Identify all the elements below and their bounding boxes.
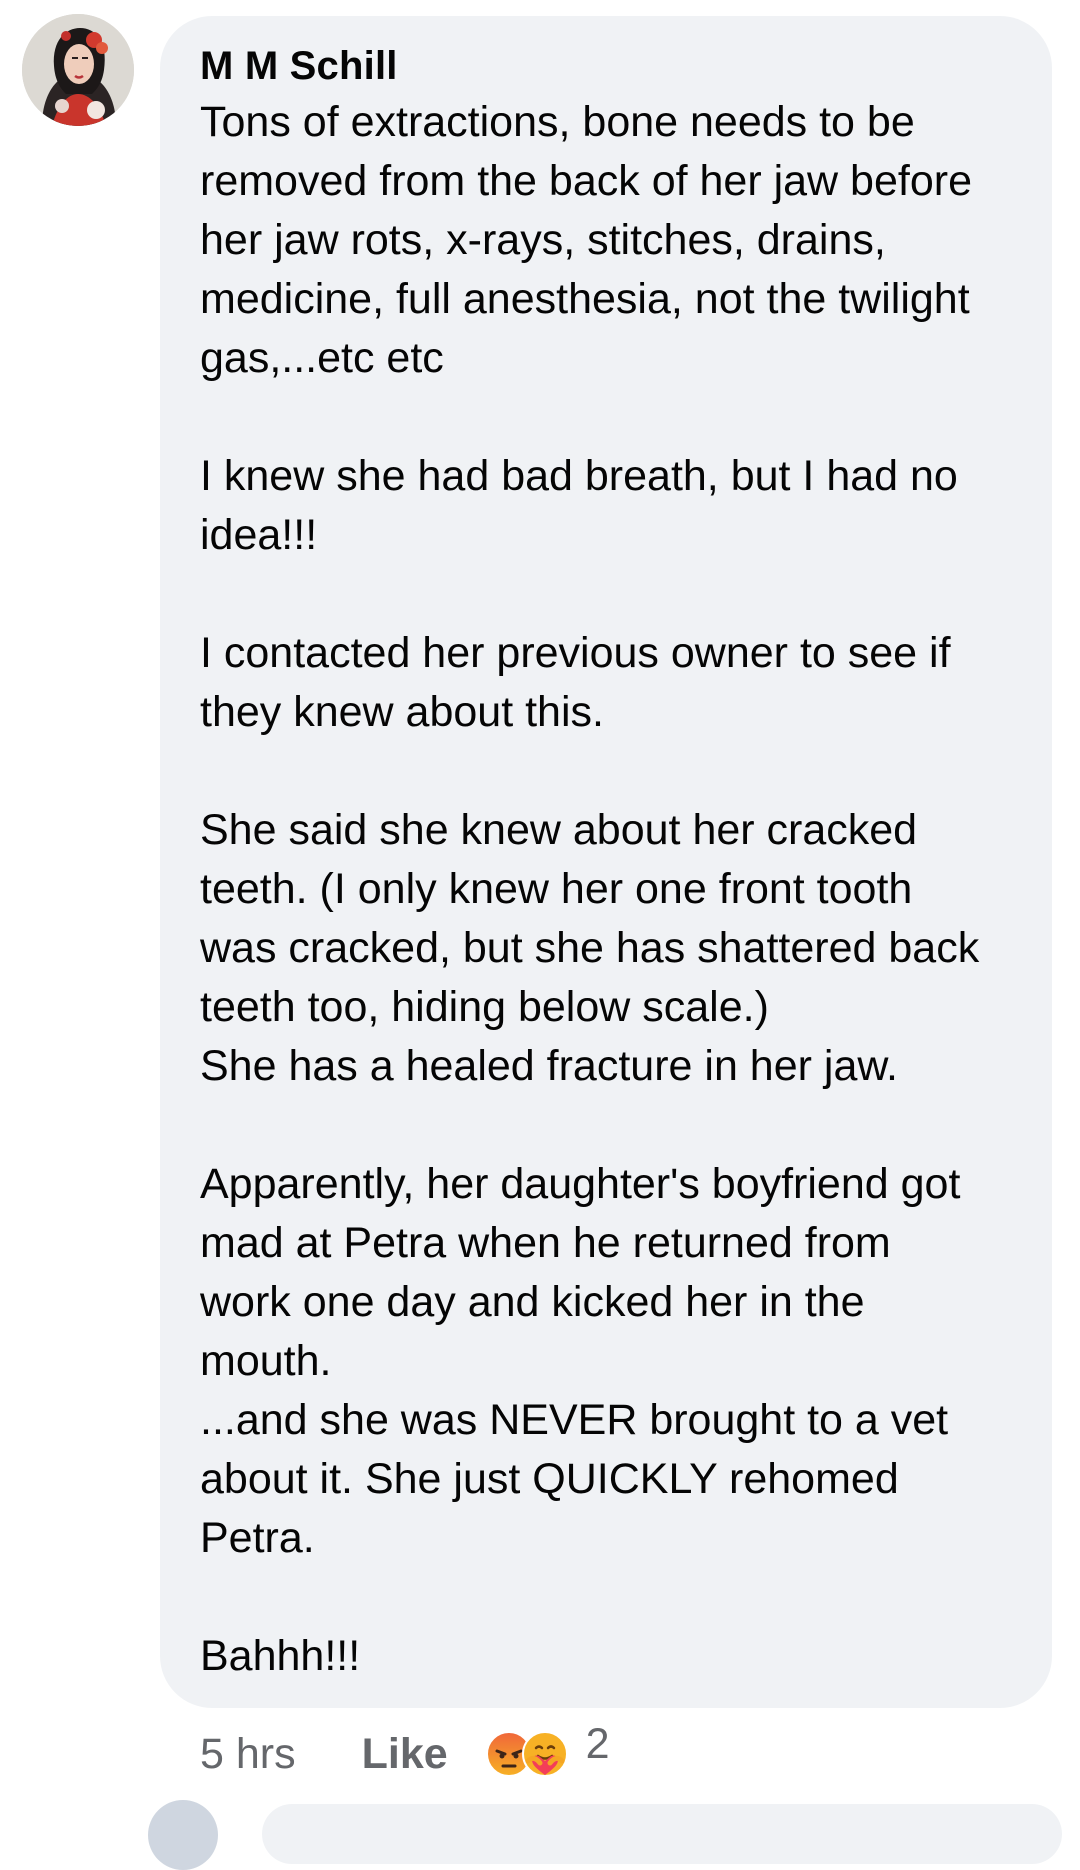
like-button[interactable]: Like xyxy=(362,1730,448,1779)
comment-line: She has a healed fracture in her jaw. xyxy=(200,1042,898,1090)
comment-bubble: M M Schill Tons of extractions, bone nee… xyxy=(160,16,1052,1708)
comment-timestamp[interactable]: 5 hrs xyxy=(200,1730,296,1779)
next-comment-avatar[interactable] xyxy=(148,1800,218,1870)
comment-line: Petra. xyxy=(200,1514,315,1562)
comment-line: I contacted her previous owner to see if xyxy=(200,629,951,677)
comment-line: I knew she had bad breath, but I had no xyxy=(200,452,958,500)
comment-line: ...and she was NEVER brought to a vet xyxy=(200,1396,949,1444)
comment-line: was cracked, but she has shattered back xyxy=(200,924,980,972)
comment-paragraph: Apparently, her daughter's boyfriend got… xyxy=(200,1155,1016,1568)
care-reaction-icon xyxy=(521,1731,568,1777)
comment-line: work one day and kicked her in the xyxy=(200,1278,865,1326)
comment-actions-bar: 5 hrs Like 2 xyxy=(200,1720,610,1786)
comment-paragraph: Tons of extractions, bone needs to be rem… xyxy=(200,93,1016,388)
comment-line: Apparently, her daughter's boyfriend got xyxy=(200,1160,961,1208)
comment-line: removed from the back of her jaw before xyxy=(200,157,972,205)
author-avatar[interactable] xyxy=(22,14,134,126)
comment-paragraph: I contacted her previous owner to see if… xyxy=(200,624,1016,742)
comment-line: gas,...etc etc xyxy=(200,334,444,382)
comment-line: they knew about this. xyxy=(200,688,604,736)
comment-line: Bahhh!!! xyxy=(200,1632,361,1680)
comment-line: mad at Petra when he returned from xyxy=(200,1219,891,1267)
comment-paragraph: She said she knew about her cracked teeth… xyxy=(200,801,1016,1096)
reactions-summary[interactable]: 2 xyxy=(485,1720,610,1779)
comment-line: idea!!! xyxy=(200,511,318,559)
comment-line: medicine, full anesthesia, not the twili… xyxy=(200,275,970,323)
comment-line: teeth too, hiding below scale.) xyxy=(200,983,769,1031)
next-comment-bubble xyxy=(262,1804,1062,1864)
comment-author-name[interactable]: M M Schill xyxy=(200,40,1016,92)
comment-body: Tons of extractions, bone needs to be rem… xyxy=(200,93,1016,1686)
reaction-count: 2 xyxy=(585,1719,610,1768)
comment-line: teeth. (I only knew her one front tooth xyxy=(200,865,913,913)
comment-line: Tons of extractions, bone needs to be xyxy=(200,98,915,146)
comment-paragraph: I knew she had bad breath, but I had no i… xyxy=(200,447,1016,565)
avatar-portrait-image xyxy=(22,14,134,126)
comment-paragraph: Bahhh!!! xyxy=(200,1627,1016,1686)
comment-line: mouth. xyxy=(200,1337,332,1385)
comment-line: her jaw rots, x-rays, stitches, drains, xyxy=(200,216,886,264)
comment-line: about it. She just QUICKLY rehomed xyxy=(200,1455,899,1503)
comment-line: She said she knew about her cracked xyxy=(200,806,918,854)
